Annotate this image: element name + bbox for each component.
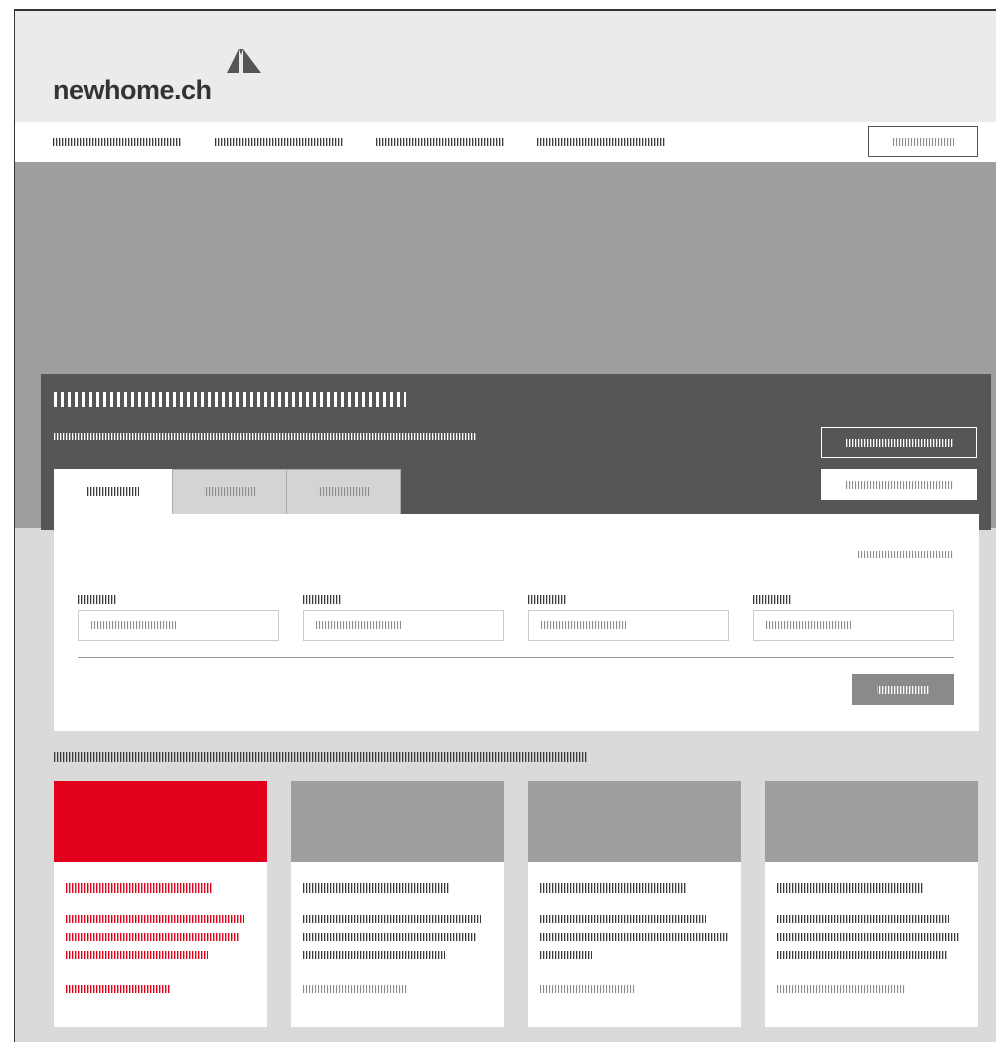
- section-title: [54, 750, 588, 762]
- card-image: [54, 781, 267, 862]
- panel-primary-button[interactable]: [821, 427, 977, 458]
- card-link[interactable]: [66, 981, 170, 999]
- card-link[interactable]: [540, 981, 636, 999]
- card-title: [540, 881, 686, 899]
- search-field-3[interactable]: [528, 610, 729, 641]
- panel-secondary-button[interactable]: [821, 469, 977, 500]
- tab-3[interactable]: [286, 469, 401, 515]
- search-form: [54, 514, 979, 731]
- card-body: [66, 915, 246, 964]
- form-divider: [78, 657, 954, 658]
- card-link[interactable]: [777, 981, 905, 999]
- card-title: [303, 881, 449, 899]
- tab-2[interactable]: [172, 469, 287, 515]
- teaser-card-1[interactable]: [54, 781, 267, 1027]
- brand-logo-text[interactable]: newhome.ch: [53, 75, 212, 106]
- field-label-4: [753, 592, 791, 604]
- teaser-card-3[interactable]: [528, 781, 741, 1027]
- card-image: [765, 781, 978, 862]
- nav-item-4[interactable]: [537, 135, 665, 147]
- main-nav: [15, 122, 996, 162]
- search-submit-button[interactable]: [852, 674, 954, 705]
- field-label-2: [303, 592, 341, 604]
- card-image: [528, 781, 741, 862]
- card-body: [540, 915, 730, 964]
- nav-item-2[interactable]: [215, 135, 343, 147]
- card-body: [777, 915, 967, 964]
- house-roof-icon: [227, 49, 261, 73]
- card-body: [303, 915, 483, 964]
- form-advanced-link[interactable]: [858, 547, 954, 565]
- panel-title: [54, 392, 406, 413]
- nav-login-button[interactable]: [868, 126, 978, 157]
- panel-subtitle: [54, 429, 476, 447]
- teaser-card-2[interactable]: [291, 781, 504, 1027]
- search-field-2[interactable]: [303, 610, 504, 641]
- card-image: [291, 781, 504, 862]
- site-header: newhome.ch: [15, 11, 996, 122]
- nav-item-3[interactable]: [376, 135, 504, 147]
- card-title: [66, 881, 212, 899]
- tab-1[interactable]: [54, 469, 172, 515]
- search-field-1[interactable]: [78, 610, 279, 641]
- card-link[interactable]: [303, 981, 407, 999]
- teaser-card-4[interactable]: [765, 781, 978, 1027]
- nav-item-1[interactable]: [53, 135, 181, 147]
- search-field-4[interactable]: [753, 610, 954, 641]
- page-frame: newhome.ch: [14, 9, 996, 1042]
- field-label-3: [528, 592, 566, 604]
- card-title: [777, 881, 923, 899]
- field-label-1: [78, 592, 116, 604]
